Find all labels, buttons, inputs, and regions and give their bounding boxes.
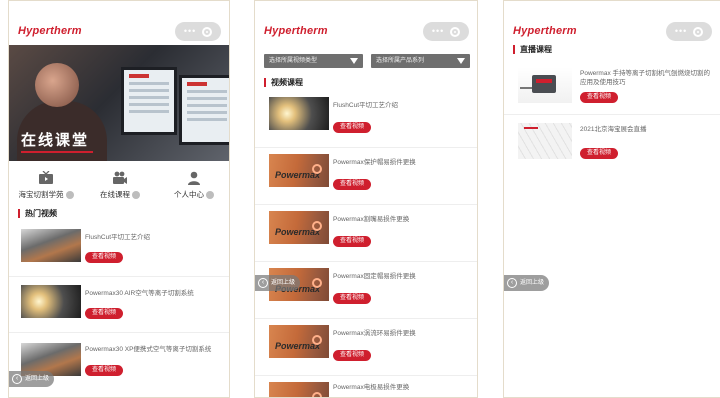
video-title: FlushCut平切工艺介绍 xyxy=(85,234,151,241)
nav-courses[interactable]: 在线课程 xyxy=(83,171,157,200)
back-button[interactable]: ‹ 返回上级 xyxy=(9,371,55,387)
list-item[interactable]: Powermax30 XP便携式空气等离子切割系统 查看视频 xyxy=(9,335,229,397)
video-thumbnail[interactable] xyxy=(21,285,81,318)
video-type-select-label: 选择所属视频类型 xyxy=(269,58,318,64)
view-video-button[interactable]: 查看视频 xyxy=(333,236,371,247)
back-arrow-icon: ‹ xyxy=(258,278,268,288)
course-list-screen: Hypertherm ••• 选择所属视频类型 选择所属产品系列 视频课程 Fl… xyxy=(254,0,478,398)
live-course-screen: Hypertherm ••• 直播课程 Powermax 手持等离子切割机气刨燃… xyxy=(503,0,720,398)
more-icon[interactable]: ••• xyxy=(184,27,196,36)
view-video-button[interactable]: 查看视频 xyxy=(333,122,371,133)
list-item[interactable]: Powermax Powermax割嘴易损件更换 查看视频 xyxy=(255,205,477,262)
nav-profile[interactable]: 个人中心 xyxy=(157,171,229,200)
back-arrow-icon: ‹ xyxy=(507,278,517,288)
live-thumbnail[interactable] xyxy=(518,67,572,103)
help-icon[interactable] xyxy=(65,190,74,199)
help-icon[interactable] xyxy=(206,190,214,199)
miniprogram-capsule[interactable]: ••• xyxy=(666,22,712,41)
nav-academy-label: 海宝切割学苑 xyxy=(19,189,74,200)
back-button[interactable]: ‹ 返回上级 xyxy=(255,275,301,291)
video-thumbnail[interactable]: Powermax xyxy=(269,154,329,187)
back-label: 返回上级 xyxy=(520,280,545,286)
hot-videos-title: 热门视频 xyxy=(18,209,57,218)
close-target-icon[interactable] xyxy=(693,26,704,37)
list-item[interactable]: Powermax 手持等离子切割机气刨燃烧切割的应用及使用技巧 查看视频 xyxy=(504,59,720,115)
video-title: FlushCut平切工艺介绍 xyxy=(333,102,399,109)
chevron-down-icon xyxy=(457,58,465,64)
view-video-button[interactable]: 查看视频 xyxy=(85,365,123,376)
list-item[interactable]: FlushCut平切工艺介绍 查看视频 xyxy=(9,223,229,277)
brand-logo: Hypertherm xyxy=(264,25,328,37)
product-series-select[interactable]: 选择所属产品系列 xyxy=(371,54,470,68)
back-label: 返回上级 xyxy=(271,280,296,286)
person-icon xyxy=(188,171,200,185)
view-video-button[interactable]: 查看视频 xyxy=(333,293,371,304)
chevron-down-icon xyxy=(350,58,358,64)
list-item[interactable]: Powermax Powermax保护帽易损件更换 查看视频 xyxy=(255,148,477,205)
video-courses-title: 视频课程 xyxy=(264,78,303,87)
main-nav: 海宝切割学苑 在线课程 个人中心 xyxy=(9,171,229,200)
video-thumbnail[interactable]: Powermax xyxy=(269,325,329,358)
video-title: Powermax固定帽易损件更换 xyxy=(333,273,416,280)
nav-courses-label: 在线课程 xyxy=(100,189,140,200)
close-target-icon[interactable] xyxy=(450,26,461,37)
video-thumbnail[interactable] xyxy=(269,97,329,130)
brand-logo: Hypertherm xyxy=(513,25,577,37)
video-title: Powermax割嘴易损件更换 xyxy=(333,216,410,223)
video-thumbnail[interactable] xyxy=(21,229,81,262)
tv-icon xyxy=(39,171,53,184)
close-target-icon[interactable] xyxy=(202,26,213,37)
list-item[interactable]: FlushCut平切工艺介绍 查看视频 xyxy=(255,91,477,148)
banner-monitor-right xyxy=(179,75,229,145)
video-camera-icon xyxy=(113,171,127,184)
video-thumbnail[interactable]: Powermax xyxy=(269,382,329,397)
banner-title: 在线课堂 xyxy=(21,129,94,153)
back-button[interactable]: ‹ 返回上级 xyxy=(504,275,550,291)
app-header: Hypertherm ••• xyxy=(255,1,477,45)
video-type-select[interactable]: 选择所属视频类型 xyxy=(264,54,363,68)
live-thumbnail[interactable] xyxy=(518,123,572,159)
brand-logo: Hypertherm xyxy=(18,25,82,37)
miniprogram-capsule[interactable]: ••• xyxy=(175,22,221,41)
view-video-button[interactable]: 查看视频 xyxy=(333,350,371,361)
video-title: Powermax30 XP便携式空气等离子切割系统 xyxy=(85,346,212,353)
view-video-button[interactable]: 查看视频 xyxy=(580,148,618,159)
product-series-select-label: 选择所属产品系列 xyxy=(376,58,425,64)
view-video-button[interactable]: 查看视频 xyxy=(85,252,123,263)
list-item[interactable]: Powermax30 AIR空气等离子切割系统 查看视频 xyxy=(9,279,229,333)
live-title: Powermax 手持等离子切割机气刨燃烧切割的应用及使用技巧 xyxy=(580,70,711,86)
view-video-button[interactable]: 查看视频 xyxy=(580,92,618,103)
miniprogram-capsule[interactable]: ••• xyxy=(423,22,469,41)
back-arrow-icon: ‹ xyxy=(12,374,22,384)
video-title: Powermax涡流环易损件更换 xyxy=(333,330,416,337)
hero-banner[interactable]: 在线课堂 xyxy=(9,45,229,161)
nav-profile-label: 个人中心 xyxy=(174,189,214,200)
banner-person-head xyxy=(35,63,79,107)
video-thumbnail[interactable]: Powermax xyxy=(269,211,329,244)
nav-academy[interactable]: 海宝切割学苑 xyxy=(9,171,83,200)
view-video-button[interactable]: 查看视频 xyxy=(85,308,123,319)
home-screen: Hypertherm ••• 在线课堂 海宝切割学苑 在线课程 个人中心 热门视… xyxy=(8,0,230,398)
video-title: Powermax保护帽易损件更换 xyxy=(333,159,416,166)
live-courses-title: 直播课程 xyxy=(513,45,552,54)
list-item[interactable]: Powermax Powermax电极易损件更换 xyxy=(255,376,477,397)
video-title: Powermax30 AIR空气等离子切割系统 xyxy=(85,290,194,297)
app-header: Hypertherm ••• xyxy=(9,1,229,45)
app-header: Hypertherm ••• xyxy=(504,1,720,45)
help-icon[interactable] xyxy=(132,190,140,199)
view-video-button[interactable]: 查看视频 xyxy=(333,179,371,190)
more-icon[interactable]: ••• xyxy=(675,27,687,36)
list-item[interactable]: Powermax Powermax涡流环易损件更换 查看视频 xyxy=(255,319,477,376)
live-title: 2021北京海宝展会直播 xyxy=(580,126,647,133)
back-label: 返回上级 xyxy=(25,376,50,382)
more-icon[interactable]: ••• xyxy=(432,27,444,36)
video-title: Powermax电极易损件更换 xyxy=(333,384,410,391)
banner-monitor-left xyxy=(121,67,177,135)
list-item[interactable]: 2021北京海宝展会直播 查看视频 xyxy=(504,115,720,171)
